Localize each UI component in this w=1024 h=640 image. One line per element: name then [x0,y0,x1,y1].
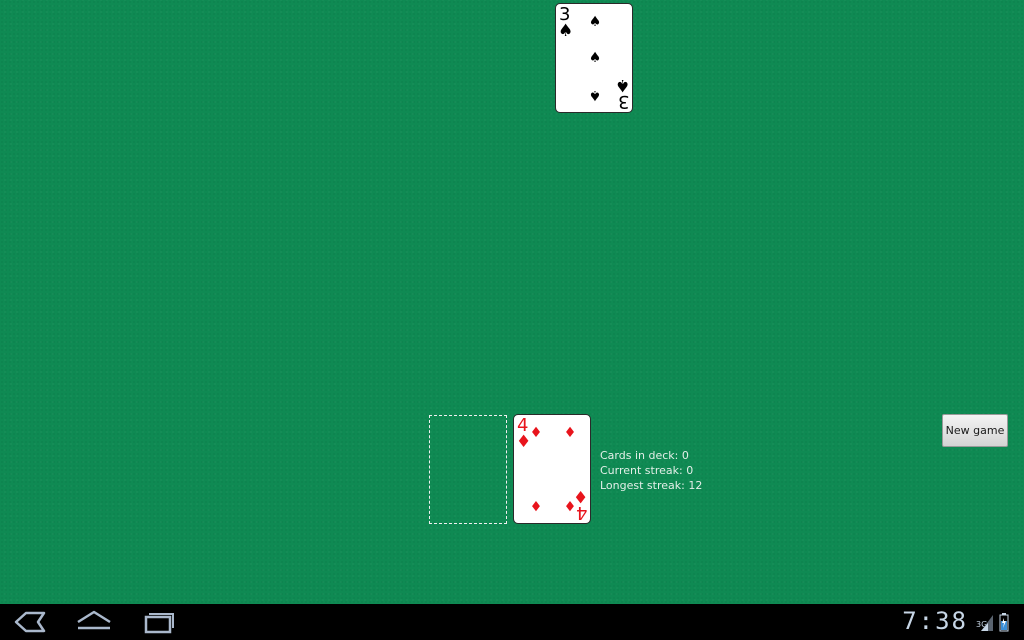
battery-icon [999,612,1009,636]
spade-icon: ♠ [588,87,602,103]
waste-card-4-diamonds[interactable]: 4 ♦ ♦ ♦ ♦ ♦ ♦ 4 [513,414,591,524]
card-rank-bottom: 4 [575,502,587,523]
diamond-icon: ♦ [529,425,543,441]
status-clock: 7:38 [902,607,968,635]
game-stats: Cards in deck: 0 Current streak: 0 Longe… [600,448,702,493]
stock-slot-empty[interactable] [429,415,507,524]
home-icon[interactable] [74,608,114,636]
new-game-button[interactable]: New game [942,414,1008,447]
spade-icon: ♠ [588,14,602,30]
signal-icon [980,612,994,636]
card-rank-bottom: 3 [617,91,629,112]
current-streak: Current streak: 0 [600,464,694,477]
recent-apps-icon[interactable] [138,608,178,636]
longest-streak: Longest streak: 12 [600,479,703,492]
diamond-icon: ♦ [563,425,577,441]
diamond-icon: ♦ [529,497,543,513]
spade-icon: ♠ [558,21,574,41]
system-navigation-bar [0,604,1024,640]
foundation-card-3-spades[interactable]: 3 ♠ ♠ ♠ ♠ ♠ 3 [555,3,633,113]
cards-in-deck: Cards in deck: 0 [600,449,689,462]
game-table: 3 ♠ ♠ ♠ ♠ ♠ 3 4 ♦ ♦ ♦ ♦ ♦ ♦ 4 Cards in d… [0,0,1024,604]
spade-icon: ♠ [588,50,602,66]
back-icon[interactable] [10,608,50,636]
